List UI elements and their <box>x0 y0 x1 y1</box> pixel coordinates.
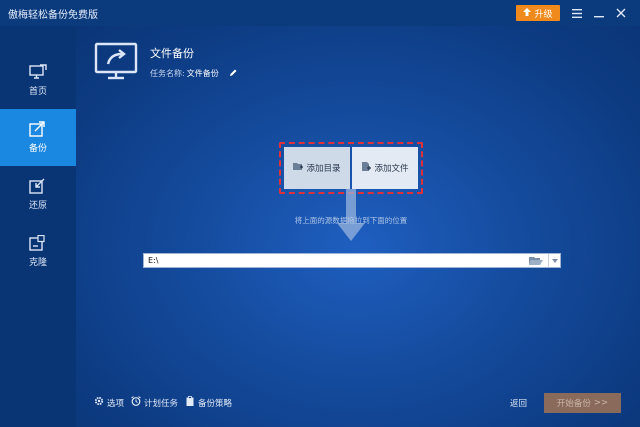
add-file-button[interactable]: 添加文件 <box>352 147 418 189</box>
source-selection-box: 添加目录 添加文件 <box>279 142 423 194</box>
backup-scheme-button[interactable]: 备份策略 <box>185 396 232 409</box>
schedule-label: 计划任务 <box>144 398 179 409</box>
chevron-down-icon[interactable] <box>548 254 560 267</box>
sidebar-item-backup[interactable]: 备份 <box>0 109 76 166</box>
upgrade-arrow-icon <box>523 7 532 19</box>
task-name-row: 任务名称: 文件备份 <box>150 68 237 79</box>
folder-open-icon[interactable] <box>529 256 543 269</box>
options-button[interactable]: 选项 <box>94 396 124 409</box>
task-name-label: 任务名称: <box>150 69 185 78</box>
task-name-value: 文件备份 <box>186 69 219 78</box>
close-icon[interactable] <box>614 6 628 20</box>
sidebar-item-label: 还原 <box>28 201 47 211</box>
schedule-button[interactable]: 计划任务 <box>131 396 178 409</box>
restore-icon <box>29 178 47 194</box>
sidebar-item-label: 首页 <box>28 87 47 97</box>
backup-export-icon <box>29 121 47 137</box>
file-plus-icon <box>361 161 372 175</box>
page-title: 文件备份 <box>150 47 194 60</box>
file-backup-monitor-icon <box>94 42 140 83</box>
app-title: 傲梅轻松备份免费版 <box>8 9 98 21</box>
sidebar-item-home[interactable]: 首页 <box>0 52 76 109</box>
sidebar-item-clone[interactable]: 克隆 <box>0 223 76 280</box>
start-backup-label: 开始备份 <box>556 399 591 409</box>
add-file-label: 添加文件 <box>374 164 409 174</box>
add-folder-label: 添加目录 <box>306 164 341 174</box>
clipboard-icon <box>185 396 195 409</box>
back-button[interactable]: 返回 <box>510 397 527 409</box>
bottom-toolbar: 选项 计划任务 备份策略 <box>94 396 232 409</box>
sidebar-item-restore[interactable]: 还原 <box>0 166 76 223</box>
main-panel: 文件备份 任务名称: 文件备份 添加目录 添加文件 将上面的源数据拖拉到下面的位… <box>76 26 640 427</box>
backup-scheme-label: 备份策略 <box>198 398 233 409</box>
hamburger-menu-icon[interactable] <box>570 6 584 20</box>
drop-hint-text: 将上面的源数据拖拉到下面的位置 <box>294 216 408 225</box>
double-chevron-right-icon: >> <box>593 398 609 408</box>
minimize-icon[interactable] <box>592 6 606 20</box>
sidebar: 首页 备份 还原 克隆 <box>0 26 76 427</box>
folder-plus-icon <box>293 162 304 174</box>
sidebar-item-label: 备份 <box>28 144 47 154</box>
sidebar-item-label: 克隆 <box>28 258 47 268</box>
alarm-clock-icon <box>131 396 141 409</box>
upgrade-label: 升级 <box>534 9 553 20</box>
destination-path-field[interactable]: E:\ <box>143 253 561 268</box>
pencil-icon[interactable] <box>229 69 237 79</box>
upgrade-button[interactable]: 升级 <box>516 5 560 21</box>
destination-path-value: E:\ <box>148 256 159 265</box>
add-folder-button[interactable]: 添加目录 <box>284 147 350 189</box>
options-label: 选项 <box>107 398 125 409</box>
home-monitor-icon <box>29 64 47 80</box>
clone-icon <box>29 235 47 251</box>
start-backup-button[interactable]: 开始备份 >> <box>544 393 621 413</box>
gear-icon <box>94 396 104 409</box>
